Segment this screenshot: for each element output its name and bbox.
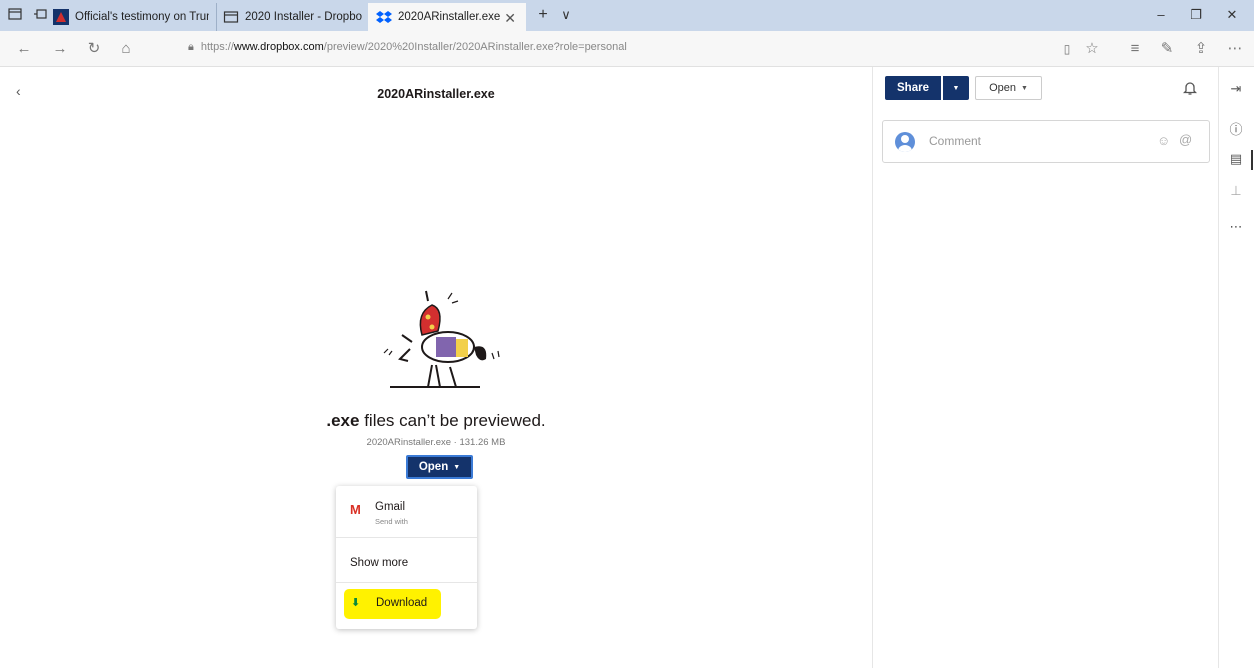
window-close-icon[interactable]: ✕ xyxy=(1222,6,1242,24)
file-title: 2020ARinstaller.exe xyxy=(377,87,495,101)
gmail-sublabel: Send with xyxy=(375,517,408,526)
new-tab-icon[interactable]: + xyxy=(535,7,551,23)
download-icon: ⬇ xyxy=(351,597,361,609)
set-aside-tabs-icon[interactable] xyxy=(32,7,48,23)
gmail-icon: M xyxy=(350,502,361,517)
home-icon[interactable]: ⌂ xyxy=(117,40,135,58)
lock-icon: 🔒︎ xyxy=(188,41,194,53)
caret-down-icon: ▼ xyxy=(1020,84,1028,92)
menu-item-download[interactable]: ⬇ Download xyxy=(336,583,477,629)
tab-news[interactable]: Official's testimony on Trum xyxy=(53,3,209,31)
message-extension: .exe xyxy=(326,411,360,430)
horse-illustration xyxy=(383,290,500,388)
preview-message: .exe files can’t be previewed. xyxy=(0,411,872,431)
comment-icon[interactable]: ▤ xyxy=(1219,151,1253,167)
news-favicon-icon xyxy=(53,9,69,25)
tab-installer[interactable]: 2020ARinstaller.exe ✕ xyxy=(368,3,526,31)
comment-input[interactable]: Comment ☺ @ xyxy=(882,120,1210,163)
share-dropdown-button[interactable]: ▼ xyxy=(943,76,969,100)
minimize-icon[interactable]: – xyxy=(1151,6,1171,24)
sidebar-open-label: Open xyxy=(989,82,1016,94)
tab-news-title: Official's testimony on Trum xyxy=(75,11,209,23)
back-icon[interactable]: ← xyxy=(15,40,33,58)
pen-icon[interactable]: ✎ xyxy=(1158,40,1176,58)
chevron-down-icon[interactable]: ∨ xyxy=(558,7,574,23)
url-field[interactable]: 🔒︎ https://www.dropbox.com/preview/2020%2… xyxy=(188,41,627,54)
at-icon[interactable]: @ xyxy=(1179,132,1192,147)
refresh-icon[interactable]: ↻ xyxy=(85,40,103,58)
dropbox-icon xyxy=(376,11,392,23)
open-button[interactable]: Open ▼ xyxy=(406,455,473,479)
message-text: files can’t be previewed. xyxy=(359,411,546,430)
forward-icon[interactable]: → xyxy=(51,40,69,58)
share-icon[interactable]: ⇪ xyxy=(1192,40,1210,58)
more-options-icon[interactable]: ⋯ xyxy=(1219,219,1253,235)
reading-view-icon[interactable]: ▯ xyxy=(1058,40,1076,58)
menu-item-gmail[interactable]: M Gmail Send with xyxy=(336,486,477,537)
restore-icon[interactable]: ❐ xyxy=(1186,6,1206,24)
icon-rail: ⇥ ⓘ ▤ ⊥ ⋯ xyxy=(1218,67,1254,668)
gmail-label: Gmail xyxy=(375,501,406,513)
menu-item-show-more[interactable]: Show more xyxy=(336,538,477,582)
stamp-icon[interactable]: ⊥ xyxy=(1219,183,1253,199)
bell-icon[interactable] xyxy=(1182,80,1198,99)
sidebar-open-button[interactable]: Open ▼ xyxy=(975,76,1042,100)
tab-dropbox-folder-title: 2020 Installer - Dropbox xyxy=(245,11,362,23)
favorites-list-icon[interactable]: ≡ xyxy=(1126,40,1144,58)
more-icon[interactable]: ⋯ xyxy=(1226,40,1244,58)
share-button[interactable]: Share xyxy=(885,76,941,100)
caret-down-icon: ▼ xyxy=(453,463,461,471)
show-more-label: Show more xyxy=(350,557,409,569)
tab-actions-icon[interactable] xyxy=(7,7,23,23)
address-bar: ← → ↻ ⌂ 🔒︎ https://www.dropbox.com/previe… xyxy=(0,31,1254,67)
tab-dropbox-folder[interactable]: 2020 Installer - Dropbox xyxy=(216,3,362,31)
download-label: Download xyxy=(376,597,428,609)
file-meta: 2020ARinstaller.exe · 131.26 MB xyxy=(366,437,506,448)
close-icon[interactable]: ✕ xyxy=(504,10,516,27)
caret-down-icon: ▼ xyxy=(952,84,960,92)
tab-installer-title: 2020ARinstaller.exe xyxy=(398,11,501,23)
info-icon[interactable]: ⓘ xyxy=(1219,119,1253,138)
active-indicator xyxy=(1251,150,1253,170)
page-icon xyxy=(223,11,239,23)
sidebar: Share ▼ Open ▼ Comment ☺ @ xyxy=(872,67,1218,668)
collapse-sidebar-icon[interactable]: ⇥ xyxy=(1219,81,1253,97)
comment-placeholder: Comment xyxy=(929,134,982,148)
url-path: /preview/2020%20Installer/2020ARinstalle… xyxy=(323,41,627,53)
favorite-star-icon[interactable]: ☆ xyxy=(1083,40,1101,58)
avatar xyxy=(895,132,915,152)
preview-pane: ‹ 2020ARinstaller.exe .exe files can’t b… xyxy=(0,67,872,668)
url-domain: www.dropbox.com xyxy=(233,41,324,53)
open-button-label: Open xyxy=(418,461,449,473)
emoji-icon[interactable]: ☺ xyxy=(1157,133,1170,148)
browser-titlebar: Official's testimony on Trum 2020 Instal… xyxy=(0,0,1254,31)
open-menu: M Gmail Send with Show more ⬇ Download xyxy=(336,486,477,629)
url-prefix: https:// xyxy=(200,41,234,53)
